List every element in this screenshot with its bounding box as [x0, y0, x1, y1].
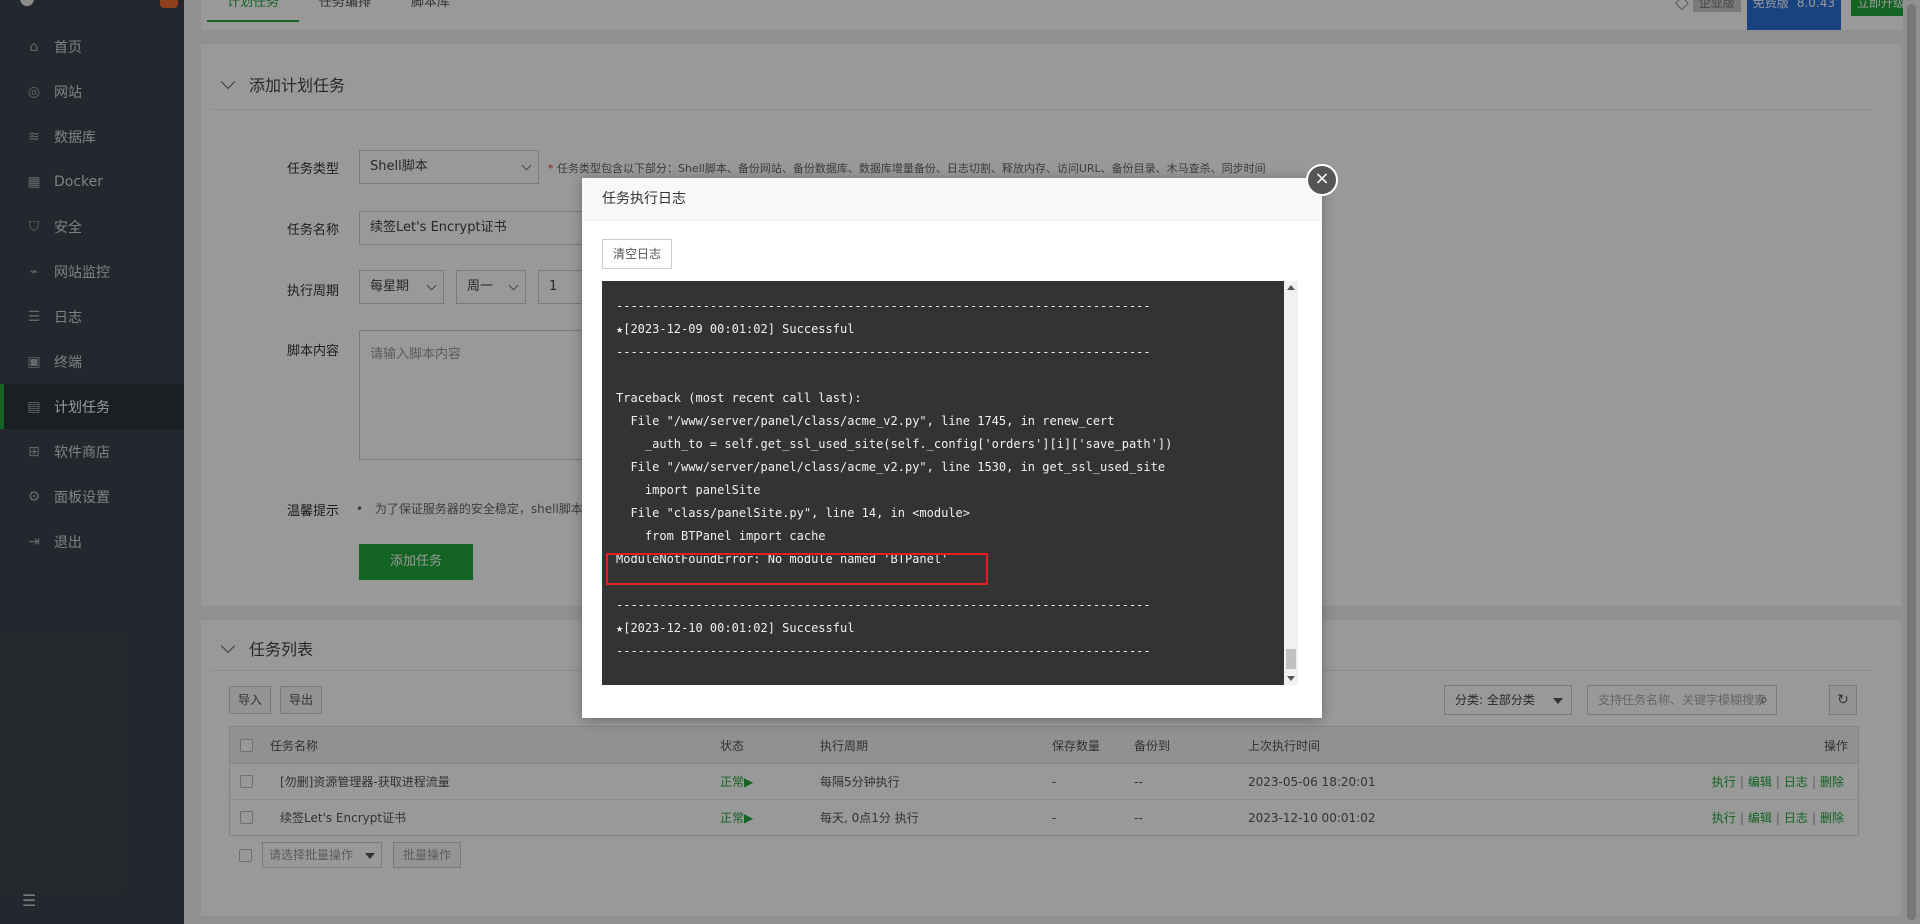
- log-line: File "/www/server/panel/class/acme_v2.py…: [616, 414, 1115, 428]
- log-line: File "/www/server/panel/class/acme_v2.py…: [616, 460, 1166, 474]
- log-line: import panelSite: [616, 483, 761, 497]
- log-output: ----------------------------------------…: [602, 281, 1284, 685]
- clear-log-button[interactable]: 清空日志: [602, 239, 672, 269]
- close-icon: ×: [1314, 168, 1330, 189]
- log-line: ----------------------------------------…: [616, 598, 1151, 612]
- error-highlight-box: [606, 553, 988, 585]
- scroll-down-icon[interactable]: [1287, 676, 1295, 681]
- task-log-modal: 任务执行日志 × 清空日志 --------------------------…: [582, 164, 1338, 718]
- log-line: ----------------------------------------…: [616, 299, 1151, 313]
- log-scrollbar[interactable]: [1284, 281, 1298, 685]
- close-button[interactable]: ×: [1306, 164, 1338, 196]
- log-scrollbar-thumb[interactable]: [1286, 649, 1296, 669]
- log-line: ----------------------------------------…: [616, 644, 1151, 658]
- log-line: ★[2023-12-09 00:01:02] Successful: [616, 322, 855, 336]
- scroll-up-icon[interactable]: [1287, 285, 1295, 290]
- log-line: ★[2023-12-10 00:01:02] Successful: [616, 621, 855, 635]
- log-line: ----------------------------------------…: [616, 345, 1151, 359]
- log-line: _auth_to = self.get_ssl_used_site(self._…: [616, 437, 1173, 451]
- log-line: File "class/panelSite.py", line 14, in <…: [616, 506, 971, 520]
- log-line: Traceback (most recent call last):: [616, 391, 862, 405]
- log-line: from BTPanel import cache: [616, 529, 826, 543]
- modal-title: 任务执行日志: [582, 178, 1322, 221]
